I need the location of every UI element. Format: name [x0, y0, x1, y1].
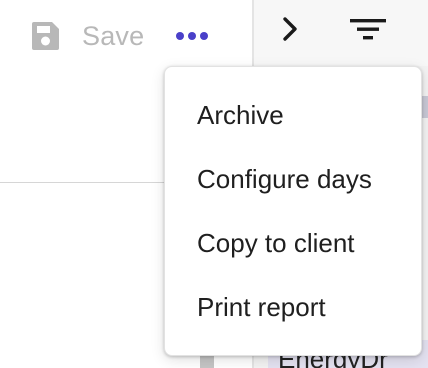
menu-item-configure-days[interactable]: Configure days [165, 147, 421, 211]
scrollbar-thumb[interactable] [200, 356, 214, 368]
more-options-button[interactable] [174, 18, 210, 54]
chevron-right-icon [283, 17, 297, 41]
filter-button[interactable] [346, 12, 390, 46]
menu-item-copy-to-client[interactable]: Copy to client [165, 211, 421, 275]
menu-item-archive[interactable]: Archive [165, 83, 421, 147]
save-button[interactable]: Save [28, 18, 144, 54]
more-options-menu: Archive Configure days Copy to client Pr… [164, 66, 422, 356]
ellipsis-icon [176, 32, 208, 40]
save-label: Save [82, 20, 145, 51]
menu-list: Archive Configure days Copy to client Pr… [165, 67, 421, 339]
menu-item-print-report[interactable]: Print report [165, 275, 421, 339]
expand-panel-button[interactable] [276, 12, 304, 46]
floppy-disk-icon [28, 19, 62, 53]
filter-icon [350, 19, 386, 40]
side-panel-toolbar [254, 0, 428, 66]
